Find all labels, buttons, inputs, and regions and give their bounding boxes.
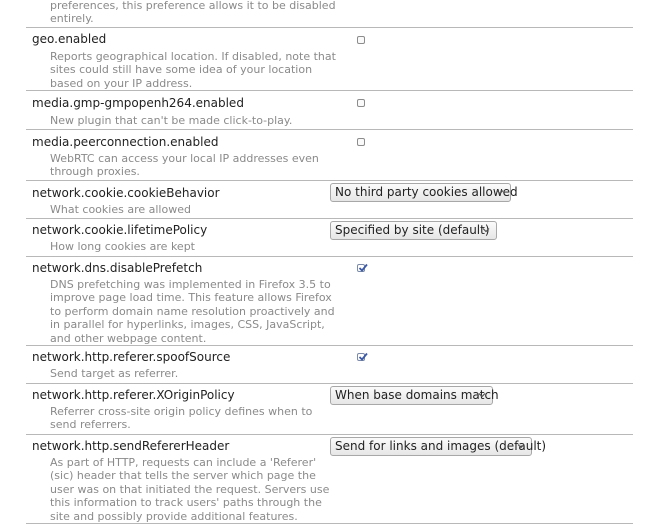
pref-name: network.http.referer.spoofSource [32,350,231,364]
pref-description: How long cookies are kept [50,240,195,253]
pref-name: network.cookie.cookieBehavior [32,186,220,200]
chevron-down-icon [496,190,504,195]
pref-row-cookie-behavior: network.cookie.cookieBehavior What cooki… [26,181,633,219]
pref-row-referer-xorigin: network.http.referer.XOriginPolicy Refer… [26,384,633,435]
pref-description: Reports geographical location. If disabl… [50,50,336,90]
pref-description: Referrer cross-site origin policy define… [50,405,313,432]
pref-row-cookie-lifetime: network.cookie.lifetimePolicy How long c… [26,219,633,257]
pref-checkbox[interactable] [357,99,365,107]
referer-xorigin-dropdown[interactable]: When base domains match [330,386,499,405]
pref-name: network.cookie.lifetimePolicy [32,223,208,237]
chevron-down-icon [478,393,486,398]
pref-row-dns-prefetch: network.dns.disablePrefetch DNS prefetch… [26,257,633,346]
checkmark-icon [358,352,368,361]
pref-name: network.dns.disablePrefetch [32,261,203,275]
pref-name: media.gmp-gmpopenh264.enabled [32,96,244,110]
pref-row: preferences, this preference allows it t… [26,0,633,28]
dropdown-value: Specified by site (default) [335,223,490,237]
pref-description: WebRTC can access your local IP addresse… [50,152,319,179]
pref-description: What cookies are allowed [50,203,191,216]
pref-description: DNS prefetching was implemented in Firef… [50,278,335,345]
pref-row-referer-spoof: network.http.referer.spoofSource Send ta… [26,346,633,384]
cookie-behavior-dropdown[interactable]: No third party cookies allowed [330,183,518,202]
checkmark-icon [358,263,368,272]
pref-checkbox[interactable] [357,263,368,272]
dropdown-value: Send for links and images (default) [335,439,547,453]
pref-description: preferences, this preference allows it t… [50,0,336,26]
pref-description: Send target as referrer. [50,367,179,380]
pref-row-send-referer: network.http.sendRefererHeader As part o… [26,435,633,524]
pref-name: network.http.referer.XOriginPolicy [32,388,235,402]
dropdown-value: When base domains match [335,388,499,402]
send-referer-dropdown[interactable]: Send for links and images (default) [330,437,546,456]
pref-row-gmp-openh264: media.gmp-gmpopenh264.enabled New plugin… [26,91,633,130]
pref-row-geo-enabled: geo.enabled Reports geographical locatio… [26,27,633,91]
chevron-down-icon [482,228,490,233]
pref-description: New plugin that can't be made click-to-p… [50,114,293,127]
pref-row-peerconnection: media.peerconnection.enabled WebRTC can … [26,130,633,181]
pref-name: network.http.sendRefererHeader [32,439,230,453]
pref-checkbox[interactable] [357,352,368,361]
pref-description: As part of HTTP, requests can include a … [50,456,330,523]
pref-name: media.peerconnection.enabled [32,135,219,149]
dropdown-value: No third party cookies allowed [335,185,518,199]
cookie-lifetime-dropdown[interactable]: Specified by site (default) [330,221,497,240]
pref-name: geo.enabled [32,32,107,46]
pref-checkbox[interactable] [357,138,365,146]
chevron-down-icon [517,444,525,449]
pref-checkbox[interactable] [357,36,365,44]
